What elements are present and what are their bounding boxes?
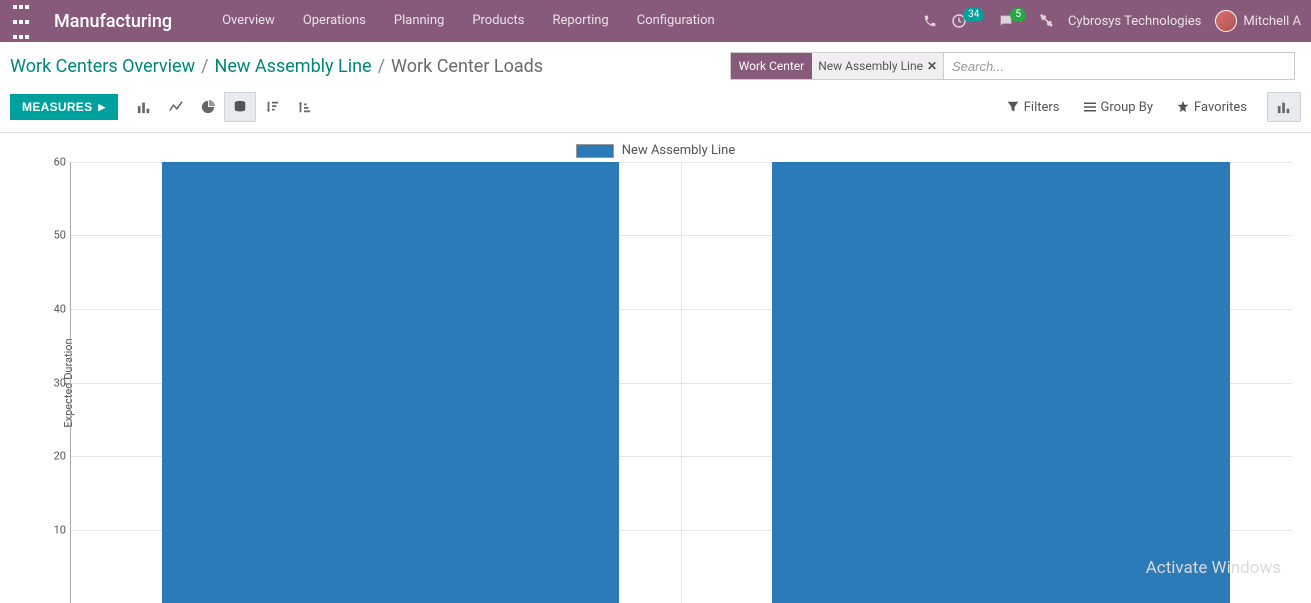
- menu-operations[interactable]: Operations: [289, 0, 380, 42]
- chart-area: New Assembly Line Expected Duration 1020…: [0, 133, 1311, 584]
- breadcrumb-sep: /: [201, 56, 208, 77]
- messaging-badge: 5: [1010, 8, 1026, 22]
- control-panel-top: Work Centers Overview / New Assembly Lin…: [0, 42, 1311, 88]
- menu-reporting[interactable]: Reporting: [539, 0, 623, 42]
- menu-planning[interactable]: Planning: [380, 0, 458, 42]
- facet-value-text: New Assembly Line: [818, 59, 923, 73]
- caret-right-icon: ▶: [98, 102, 105, 113]
- breadcrumb-current: Work Center Loads: [391, 56, 543, 77]
- apps-button[interactable]: [0, 0, 42, 42]
- filters-label: Filters: [1024, 100, 1060, 115]
- funnel-icon: [1007, 101, 1019, 113]
- stacked-icon[interactable]: [224, 92, 256, 122]
- control-panel-bottom: MEASURES ▶ Filters Group By Favorites: [0, 88, 1311, 133]
- sort-desc-icon[interactable]: [256, 92, 288, 122]
- phone-icon[interactable]: [923, 14, 937, 28]
- messaging-icon[interactable]: 5: [998, 13, 1026, 29]
- breadcrumb-mid[interactable]: New Assembly Line: [215, 56, 372, 77]
- groupby-button[interactable]: Group By: [1072, 100, 1166, 115]
- facet-label: Work Center: [731, 53, 813, 79]
- y-tick: 40: [48, 302, 66, 315]
- y-tick: 60: [48, 156, 66, 169]
- graph-type-switcher: [128, 92, 320, 122]
- chart-bar[interactable]: [772, 162, 1230, 603]
- main-menu: Overview Operations Planning Products Re…: [208, 0, 729, 42]
- chart-bars: [70, 162, 1291, 603]
- navbar: Manufacturing Overview Operations Planni…: [0, 0, 1311, 42]
- facet-remove-icon[interactable]: ✕: [927, 59, 937, 73]
- user-menu[interactable]: Mitchell A: [1215, 10, 1301, 32]
- legend-label: New Assembly Line: [622, 143, 735, 158]
- line-chart-icon[interactable]: [160, 92, 192, 122]
- company-switcher[interactable]: Cybrosys Technologies: [1068, 14, 1201, 29]
- y-tick: 10: [48, 523, 66, 536]
- activity-icon[interactable]: 34: [951, 13, 984, 29]
- activity-badge: 34: [963, 8, 984, 22]
- app-title[interactable]: Manufacturing: [54, 11, 172, 32]
- sort-asc-icon[interactable]: [288, 92, 320, 122]
- search-input[interactable]: [944, 59, 1294, 74]
- star-icon: [1177, 101, 1189, 113]
- y-tick: 20: [48, 449, 66, 462]
- debug-icon[interactable]: [1040, 14, 1054, 28]
- menu-overview[interactable]: Overview: [208, 0, 289, 42]
- menu-products[interactable]: Products: [458, 0, 538, 42]
- favorites-button[interactable]: Favorites: [1165, 100, 1259, 115]
- systray: 34 5 Cybrosys Technologies Mitchell A: [923, 10, 1301, 32]
- groupby-label: Group By: [1101, 100, 1154, 115]
- filters-button[interactable]: Filters: [995, 100, 1072, 115]
- breadcrumb-root[interactable]: Work Centers Overview: [10, 56, 195, 77]
- avatar: [1215, 10, 1237, 32]
- legend-swatch: [576, 144, 614, 158]
- menu-configuration[interactable]: Configuration: [623, 0, 729, 42]
- graph-view-icon[interactable]: [1267, 92, 1301, 122]
- chart-plot: Expected Duration 102030405060: [50, 162, 1291, 603]
- y-tick: 30: [48, 376, 66, 389]
- breadcrumb-sep: /: [378, 56, 385, 77]
- list-icon: [1084, 101, 1096, 113]
- y-tick: 50: [48, 229, 66, 242]
- pie-chart-icon[interactable]: [192, 92, 224, 122]
- bar-chart-icon[interactable]: [128, 92, 160, 122]
- facet-value: New Assembly Line ✕: [812, 53, 944, 79]
- search-facet: Work Center New Assembly Line ✕: [731, 53, 944, 79]
- user-name: Mitchell A: [1243, 14, 1301, 29]
- breadcrumb: Work Centers Overview / New Assembly Lin…: [10, 56, 543, 77]
- chart-legend: New Assembly Line: [20, 143, 1291, 158]
- search-bar: Work Center New Assembly Line ✕: [730, 52, 1295, 80]
- chart-bar[interactable]: [162, 162, 620, 603]
- apps-grid-icon: [12, 0, 30, 44]
- favorites-label: Favorites: [1194, 100, 1247, 115]
- measures-label: MEASURES: [22, 100, 92, 114]
- measures-button[interactable]: MEASURES ▶: [10, 94, 118, 120]
